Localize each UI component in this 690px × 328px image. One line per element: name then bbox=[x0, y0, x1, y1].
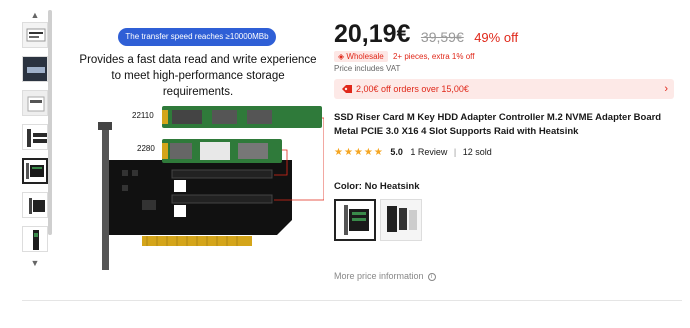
wholesale-row: ◈ Wholesale 2+ pieces, extra 1% off bbox=[334, 51, 474, 63]
label-2280: 2280 bbox=[137, 144, 155, 153]
discount-percent: 49% off bbox=[474, 30, 519, 45]
wholesale-badge: ◈ Wholesale bbox=[334, 51, 388, 62]
chevron-up-icon[interactable]: ▲ bbox=[20, 10, 50, 20]
wholesale-text: 2+ pieces, extra 1% off bbox=[392, 52, 475, 61]
current-price: 20,19€ bbox=[334, 20, 411, 48]
thumbnail[interactable] bbox=[22, 192, 48, 218]
thumbnail-strip: ▲ ▼ bbox=[20, 10, 50, 268]
color-option-no-heatsink[interactable] bbox=[334, 199, 376, 241]
info-icon[interactable]: i bbox=[427, 272, 436, 281]
more-price-text[interactable]: More price information bbox=[334, 271, 424, 281]
main-product-image[interactable]: The transfer speed reaches ≥10000MBb Pro… bbox=[62, 10, 324, 270]
thumbnail[interactable] bbox=[22, 226, 48, 252]
label-22110: 22110 bbox=[132, 111, 154, 120]
scrollbar-thumb[interactable] bbox=[48, 10, 52, 235]
thumbnail[interactable] bbox=[22, 124, 48, 150]
color-label: Color: No Heatsink bbox=[334, 181, 420, 192]
thumbnail[interactable] bbox=[22, 56, 48, 82]
price-row: 20,19€ 39,59€ 49% off bbox=[334, 20, 518, 50]
thumbnail[interactable] bbox=[22, 22, 48, 48]
riser-card-illustration bbox=[98, 106, 324, 270]
tag-icon: ◈ bbox=[338, 52, 345, 61]
thumbnail[interactable] bbox=[22, 90, 48, 116]
sold-count: 12 sold bbox=[462, 147, 492, 157]
rating-value: 5.0 bbox=[390, 147, 403, 157]
vat-note: Price includes VAT bbox=[334, 64, 401, 73]
original-price: 39,59€ bbox=[420, 29, 464, 45]
chevron-right-icon[interactable]: › bbox=[664, 82, 668, 96]
divider bbox=[22, 300, 682, 301]
chevron-down-icon[interactable]: ▼ bbox=[20, 258, 50, 268]
coupon-banner[interactable]: 2,00€ off orders over 15,00€ › bbox=[334, 79, 674, 99]
wholesale-badge-label: Wholesale bbox=[346, 52, 384, 61]
thumbnail-selected[interactable] bbox=[22, 158, 48, 184]
coupon-text: 2,00€ off orders over 15,00€ bbox=[356, 84, 469, 94]
thumbnail-scrollbar[interactable] bbox=[48, 10, 52, 235]
reviews-link[interactable]: 1 Review bbox=[410, 147, 447, 157]
coupon-tag-icon bbox=[341, 83, 353, 95]
color-option-with-heatsink[interactable] bbox=[380, 199, 422, 241]
more-price-info[interactable]: More price information i bbox=[334, 271, 436, 281]
separator: | bbox=[453, 147, 457, 157]
product-title: SSD Riser Card M Key HDD Adapter Control… bbox=[334, 112, 662, 137]
star-rating-icon: ★★★★★ bbox=[334, 147, 384, 158]
rating-row: ★★★★★ 5.0 1 Review | 12 sold bbox=[334, 146, 492, 158]
